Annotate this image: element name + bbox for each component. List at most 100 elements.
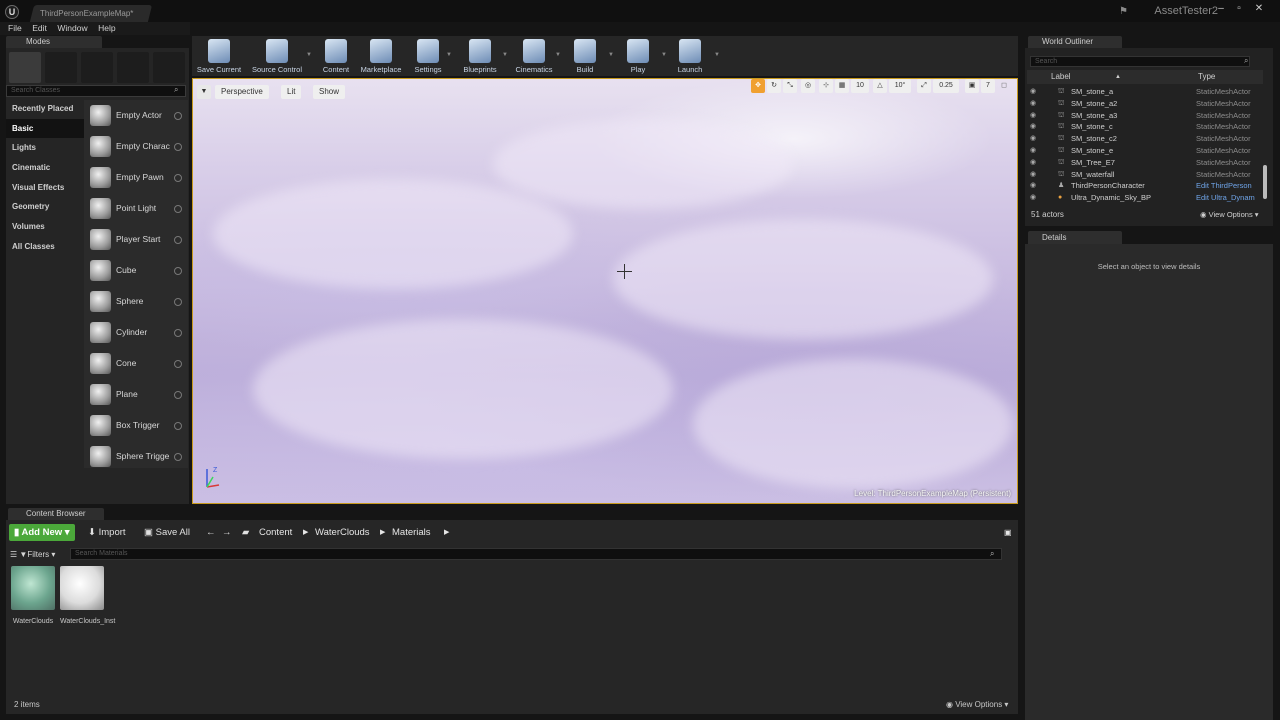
- paint-mode-icon[interactable]: [45, 52, 77, 83]
- place-item-cylinder[interactable]: Cylinder: [84, 317, 188, 348]
- surface-snap-icon[interactable]: ⊹: [819, 79, 833, 93]
- menu-file[interactable]: File: [8, 22, 22, 35]
- lock-icon[interactable]: ▣: [1004, 524, 1012, 541]
- help-icon[interactable]: [174, 174, 182, 182]
- menu-window[interactable]: Window: [57, 22, 87, 35]
- help-icon[interactable]: [174, 329, 182, 337]
- label-column-header[interactable]: Label: [1051, 70, 1071, 84]
- unreal-logo-icon[interactable]: U: [5, 5, 19, 19]
- breadcrumb-separator-icon[interactable]: ▶: [303, 524, 308, 541]
- breadcrumb-separator-icon[interactable]: ▶: [444, 524, 449, 541]
- world-outliner-tab[interactable]: World Outliner: [1028, 36, 1122, 48]
- viewport-options-dropdown[interactable]: ▼: [197, 85, 211, 99]
- outliner-scrollbar[interactable]: [1263, 165, 1267, 199]
- content-button[interactable]: Content: [316, 36, 356, 76]
- category-volumes[interactable]: Volumes: [6, 217, 84, 237]
- place-mode-icon[interactable]: [9, 52, 41, 83]
- place-item-box-trigger[interactable]: Box Trigger: [84, 410, 188, 441]
- launch-dropdown-icon[interactable]: ▼: [714, 52, 720, 58]
- play-button[interactable]: Play: [622, 36, 654, 76]
- category-basic[interactable]: Basic: [6, 118, 84, 139]
- play-dropdown-icon[interactable]: ▼: [661, 52, 667, 58]
- filters-button[interactable]: ☰ ▼Filters ▾: [10, 548, 55, 561]
- category-all-classes[interactable]: All Classes: [6, 237, 84, 257]
- help-icon[interactable]: [174, 143, 182, 151]
- search-materials-input[interactable]: Search Materials: [70, 548, 1002, 560]
- minimize-button[interactable]: –: [1214, 3, 1228, 15]
- marketplace-button[interactable]: Marketplace: [358, 36, 404, 76]
- outliner-view-options-button[interactable]: ◉ View Options ▾: [1200, 210, 1259, 219]
- save-current-button[interactable]: Save Current: [194, 36, 244, 76]
- help-icon[interactable]: [174, 236, 182, 244]
- add-new-button[interactable]: ▮ Add New ▾: [9, 524, 75, 541]
- show-button[interactable]: Show: [313, 85, 346, 99]
- close-button[interactable]: ✕: [1252, 3, 1266, 15]
- asset-tile[interactable]: WaterClouds_Inst: [60, 566, 115, 626]
- maximize-button[interactable]: ▫: [1232, 3, 1246, 15]
- place-item-sphere-trigger[interactable]: Sphere Trigge: [84, 441, 188, 472]
- modes-tab[interactable]: Modes: [6, 36, 102, 48]
- source-control-status-icon[interactable]: ⚑: [1119, 6, 1128, 17]
- rotate-tool-icon[interactable]: ↻: [767, 79, 781, 93]
- rotation-snap-value[interactable]: 10°: [889, 79, 911, 93]
- help-icon[interactable]: [174, 112, 182, 120]
- settings-dropdown-icon[interactable]: ▼: [446, 52, 452, 58]
- search-classes-input[interactable]: Search Classes: [6, 85, 186, 97]
- visibility-eye-icon[interactable]: ◉: [1030, 133, 1036, 145]
- breadcrumb-separator-icon[interactable]: ▶: [380, 524, 385, 541]
- place-item-empty-actor[interactable]: Empty Actor: [84, 100, 188, 131]
- launch-button[interactable]: Launch: [674, 36, 706, 76]
- cinematics-dropdown-icon[interactable]: ▼: [555, 52, 561, 58]
- settings-button[interactable]: Settings: [408, 36, 448, 76]
- geometry-mode-icon[interactable]: [153, 52, 185, 83]
- place-item-cube[interactable]: Cube: [84, 255, 188, 286]
- blueprints-button[interactable]: Blueprints: [458, 36, 502, 76]
- category-recently-placed[interactable]: Recently Placed: [6, 99, 84, 119]
- outliner-row[interactable]: ◉ ⛫ SM_stone_c2 StaticMeshActor: [1027, 133, 1263, 145]
- asset-tile[interactable]: WaterClouds: [11, 566, 55, 626]
- folder-icon[interactable]: ▰: [242, 524, 249, 541]
- source-control-dropdown-icon[interactable]: ▼: [306, 52, 312, 58]
- level-viewport[interactable]: ▼ Perspective Lit Show ✥ ↻ ⤡ ◎ ⊹ ▦ 10 △ …: [192, 78, 1018, 504]
- content-browser-tab[interactable]: Content Browser: [8, 508, 104, 520]
- place-item-cone[interactable]: Cone: [84, 348, 188, 379]
- details-tab[interactable]: Details: [1028, 231, 1122, 244]
- scale-snap-icon[interactable]: ⤢: [917, 79, 931, 93]
- forward-arrow-icon[interactable]: →: [222, 524, 232, 541]
- visibility-eye-icon[interactable]: ◉: [1030, 157, 1036, 169]
- perspective-button[interactable]: Perspective: [215, 85, 269, 99]
- breadcrumb-content[interactable]: Content: [259, 524, 292, 541]
- category-geometry[interactable]: Geometry: [6, 197, 84, 217]
- landscape-mode-icon[interactable]: [81, 52, 113, 83]
- translate-tool-icon[interactable]: ✥: [751, 79, 765, 93]
- place-item-sphere[interactable]: Sphere: [84, 286, 188, 317]
- outliner-row[interactable]: ◉ ● Ultra_Dynamic_Sky_BP Edit Ultra_Dynam: [1027, 192, 1263, 204]
- lit-button[interactable]: Lit: [281, 85, 302, 99]
- content-view-options-button[interactable]: ◉ View Options ▾: [946, 700, 1008, 709]
- foliage-mode-icon[interactable]: [117, 52, 149, 83]
- menu-help[interactable]: Help: [98, 22, 115, 35]
- outliner-row[interactable]: ◉ ⛫ SM_stone_a3 StaticMeshActor: [1027, 110, 1263, 122]
- scale-snap-value[interactable]: 0.25: [933, 79, 959, 93]
- coordinate-system-icon[interactable]: ◎: [801, 79, 815, 93]
- level-tab[interactable]: ThirdPersonExampleMap*: [29, 5, 153, 22]
- build-button[interactable]: Build: [570, 36, 600, 76]
- outliner-row[interactable]: ◉ ♟ ThirdPersonCharacter Edit ThirdPerson: [1027, 180, 1263, 192]
- camera-speed-icon[interactable]: ▣: [965, 79, 979, 93]
- visibility-eye-icon[interactable]: ◉: [1030, 110, 1036, 122]
- breadcrumb-materials[interactable]: Materials: [392, 524, 431, 541]
- import-button[interactable]: ⬇ Import: [88, 524, 126, 541]
- back-arrow-icon[interactable]: ←: [206, 524, 216, 541]
- place-item-empty-pawn[interactable]: Empty Pawn: [84, 162, 188, 193]
- category-cinematic[interactable]: Cinematic: [6, 158, 84, 178]
- blueprints-dropdown-icon[interactable]: ▼: [502, 52, 508, 58]
- edit-blueprint-link[interactable]: Edit Ultra_Dynam: [1196, 192, 1255, 204]
- outliner-row[interactable]: ◉ ⛫ SM_stone_c StaticMeshActor: [1027, 121, 1263, 133]
- visibility-eye-icon[interactable]: ◉: [1030, 169, 1036, 181]
- visibility-eye-icon[interactable]: ◉: [1030, 192, 1036, 204]
- outliner-row[interactable]: ◉ ⛫ SM_stone_a StaticMeshActor: [1027, 86, 1263, 98]
- breadcrumb-waterclouds[interactable]: WaterClouds: [315, 524, 370, 541]
- visibility-eye-icon[interactable]: ◉: [1030, 86, 1036, 98]
- scale-tool-icon[interactable]: ⤡: [783, 79, 797, 93]
- help-icon[interactable]: [174, 391, 182, 399]
